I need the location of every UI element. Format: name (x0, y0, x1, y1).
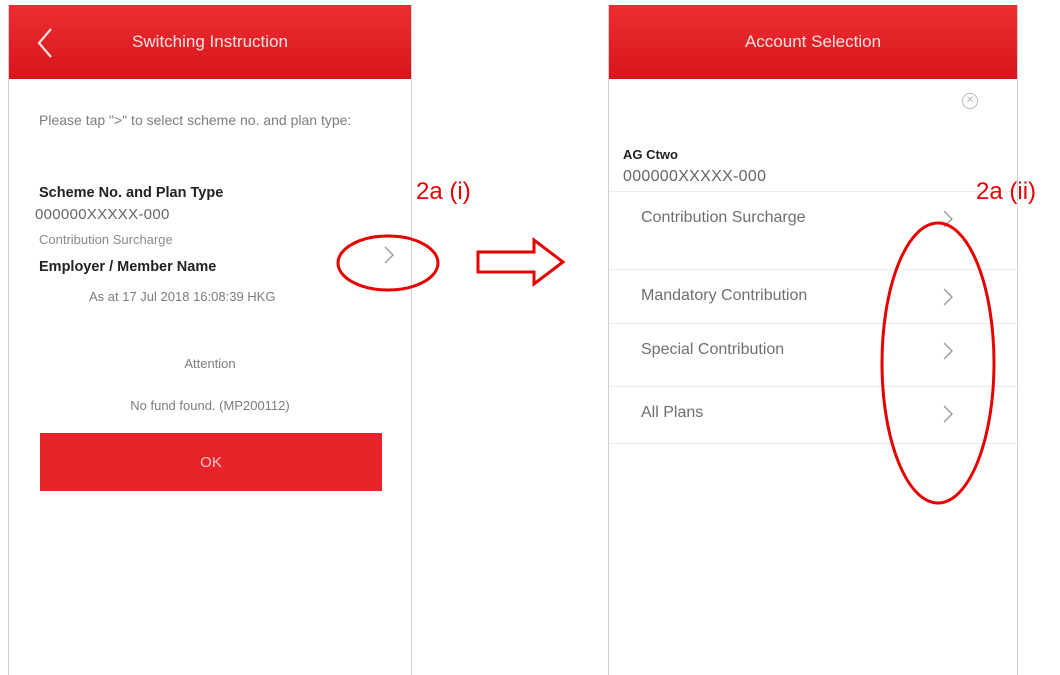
instruction-text: Please tap ">" to select scheme no. and … (39, 112, 352, 128)
list-item-label: Contribution Surcharge (641, 209, 806, 226)
scheme-number: 000000XXXXX-000 (35, 206, 170, 223)
callout-ellipse-right (880, 221, 996, 505)
employer-label: Employer / Member Name (39, 259, 217, 275)
app-bar: Account Selection (609, 5, 1017, 79)
plan-type: Contribution Surcharge (39, 232, 173, 247)
flow-arrow-icon (476, 236, 566, 288)
account-name: AG Ctwo (623, 147, 678, 162)
list-item-label: Special Contribution (641, 341, 785, 358)
back-arrow-icon[interactable] (31, 23, 59, 63)
list-item-label: All Plans (641, 404, 704, 421)
close-icon[interactable]: ✕ (962, 93, 978, 109)
scheme-label: Scheme No. and Plan Type (39, 185, 224, 201)
switching-instruction-screen: Switching Instruction Please tap ">" to … (8, 5, 412, 675)
account-number: 000000XXXXX-000 (623, 168, 767, 185)
callout-ellipse-left (336, 234, 440, 292)
callout-label-right: 2a (ii) (976, 178, 1037, 205)
screen-title: Switching Instruction (132, 32, 288, 51)
attention-heading: Attention (184, 356, 236, 371)
as-at-timestamp: As at 17 Jul 2018 16:08:39 HKG (89, 289, 276, 304)
ok-button[interactable]: OK (40, 433, 382, 491)
app-bar: Switching Instruction (9, 5, 411, 79)
screen-title: Account Selection (744, 32, 882, 51)
no-fund-message: No fund found. (MP200112) (130, 398, 290, 413)
callout-label-left: 2a (i) (416, 178, 471, 205)
list-item-label: Mandatory Contribution (641, 287, 808, 304)
